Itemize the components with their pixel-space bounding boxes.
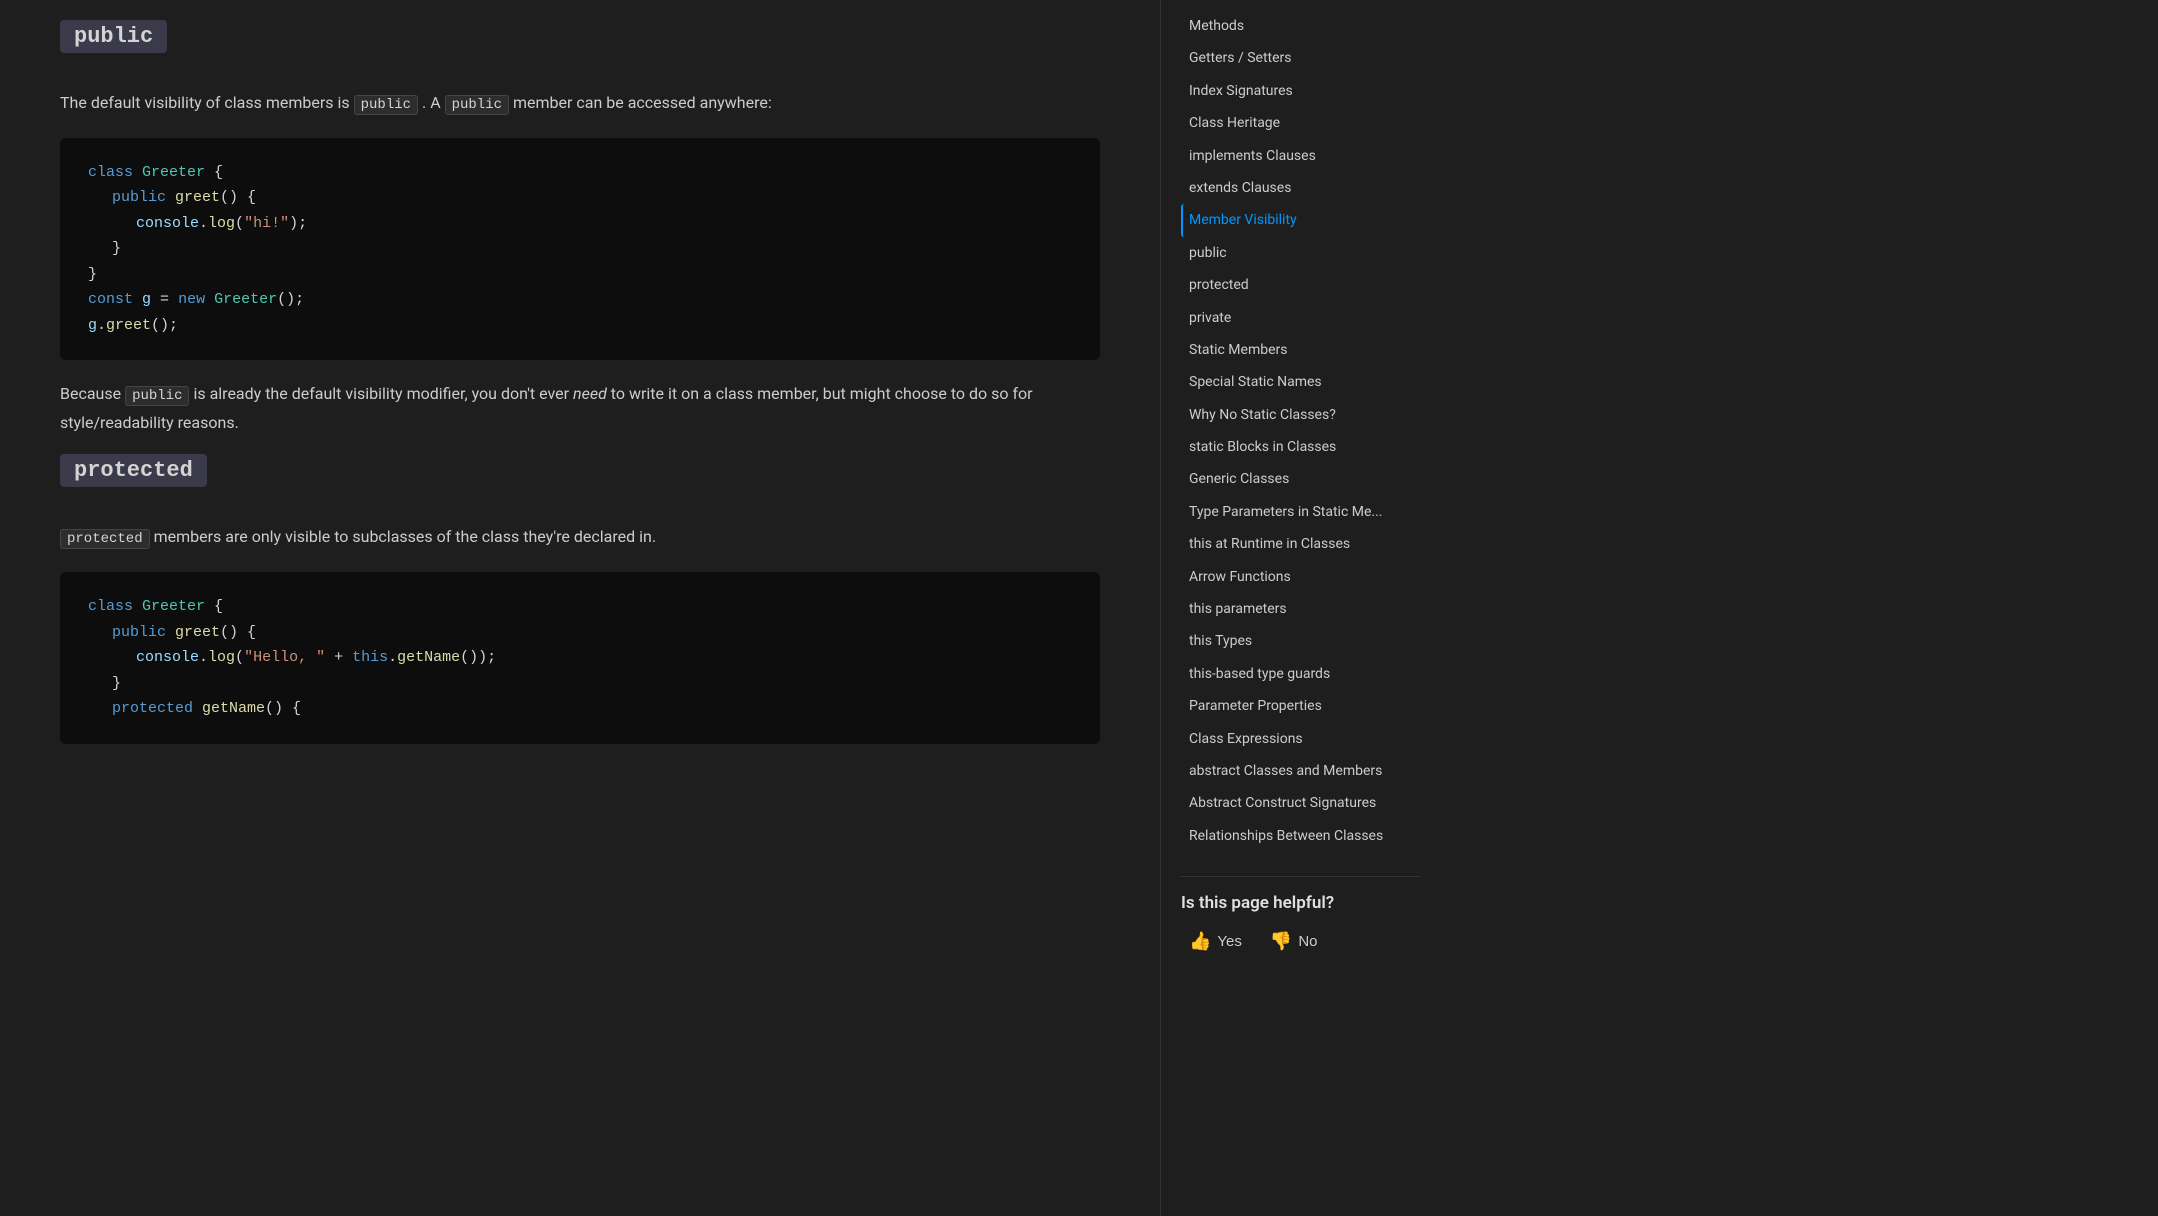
thumbs-down-icon: 👎 — [1270, 931, 1292, 952]
p1-code1: public — [354, 95, 418, 115]
no-label: No — [1298, 933, 1317, 950]
sidebar-item-10[interactable]: Static Members — [1181, 334, 1420, 366]
code-block-protected: class Greeter { public greet() { console… — [60, 572, 1100, 744]
p1-text-mid: . A — [422, 93, 441, 112]
p1-text-start: The default visibility of class members … — [60, 93, 350, 112]
sidebar-item-9[interactable]: private — [1181, 302, 1420, 334]
sidebar-item-16[interactable]: this at Runtime in Classes — [1181, 528, 1420, 560]
sidebar-item-14[interactable]: Generic Classes — [1181, 463, 1420, 495]
sidebar-item-22[interactable]: Class Expressions — [1181, 723, 1420, 755]
main-content: public The default visibility of class m… — [0, 0, 1160, 1216]
p1-text-end: member can be accessed anywhere: — [513, 93, 772, 112]
sidebar-item-4[interactable]: implements Clauses — [1181, 140, 1420, 172]
sidebar-item-15[interactable]: Type Parameters in Static Me... — [1181, 496, 1420, 528]
thumbs-up-icon: 👍 — [1189, 931, 1211, 952]
sidebar-item-5[interactable]: extends Clauses — [1181, 172, 1420, 204]
sidebar-item-0[interactable]: Methods — [1181, 10, 1420, 42]
p2-code: public — [125, 386, 189, 406]
sidebar-item-25[interactable]: Relationships Between Classes — [1181, 820, 1420, 852]
heading-public: public — [60, 20, 167, 53]
sidebar-item-3[interactable]: Class Heritage — [1181, 107, 1420, 139]
code-block-public: class Greeter { public greet() { console… — [60, 138, 1100, 361]
sidebar-item-24[interactable]: Abstract Construct Signatures — [1181, 787, 1420, 819]
paragraph-public-note: Because public is already the default vi… — [60, 380, 1100, 436]
p1-code2: public — [445, 95, 509, 115]
helpful-section: Is this page helpful? 👍 Yes 👎 No — [1181, 876, 1420, 956]
p3-rest: members are only visible to subclasses o… — [154, 527, 656, 546]
sidebar-items-container: MethodsGetters / SettersIndex Signatures… — [1181, 10, 1420, 852]
yes-label: Yes — [1217, 933, 1241, 950]
sidebar-item-19[interactable]: this Types — [1181, 625, 1420, 657]
no-button[interactable]: 👎 No — [1262, 927, 1326, 956]
p2-rest: is already the default visibility modifi… — [193, 384, 569, 403]
sidebar: MethodsGetters / SettersIndex Signatures… — [1160, 0, 1420, 1216]
heading-protected: protected — [60, 454, 207, 487]
yes-button[interactable]: 👍 Yes — [1181, 927, 1250, 956]
sidebar-item-1[interactable]: Getters / Setters — [1181, 42, 1420, 74]
sidebar-item-23[interactable]: abstract Classes and Members — [1181, 755, 1420, 787]
sidebar-item-6[interactable]: Member Visibility — [1181, 204, 1420, 236]
sidebar-item-20[interactable]: this-based type guards — [1181, 658, 1420, 690]
helpful-buttons: 👍 Yes 👎 No — [1181, 927, 1420, 956]
sidebar-item-13[interactable]: static Blocks in Classes — [1181, 431, 1420, 463]
sidebar-item-18[interactable]: this parameters — [1181, 593, 1420, 625]
sidebar-item-11[interactable]: Special Static Names — [1181, 366, 1420, 398]
paragraph-protected-desc: protected members are only visible to su… — [60, 523, 1100, 552]
sidebar-item-2[interactable]: Index Signatures — [1181, 75, 1420, 107]
paragraph-public-desc: The default visibility of class members … — [60, 89, 1100, 118]
sidebar-item-12[interactable]: Why No Static Classes? — [1181, 399, 1420, 431]
sidebar-item-17[interactable]: Arrow Functions — [1181, 561, 1420, 593]
p3-code: protected — [60, 529, 150, 549]
p2-em: need — [573, 384, 607, 403]
p2-start: Because — [60, 384, 121, 403]
sidebar-item-7[interactable]: public — [1181, 237, 1420, 269]
sidebar-item-8[interactable]: protected — [1181, 269, 1420, 301]
sidebar-item-21[interactable]: Parameter Properties — [1181, 690, 1420, 722]
helpful-title: Is this page helpful? — [1181, 893, 1420, 913]
